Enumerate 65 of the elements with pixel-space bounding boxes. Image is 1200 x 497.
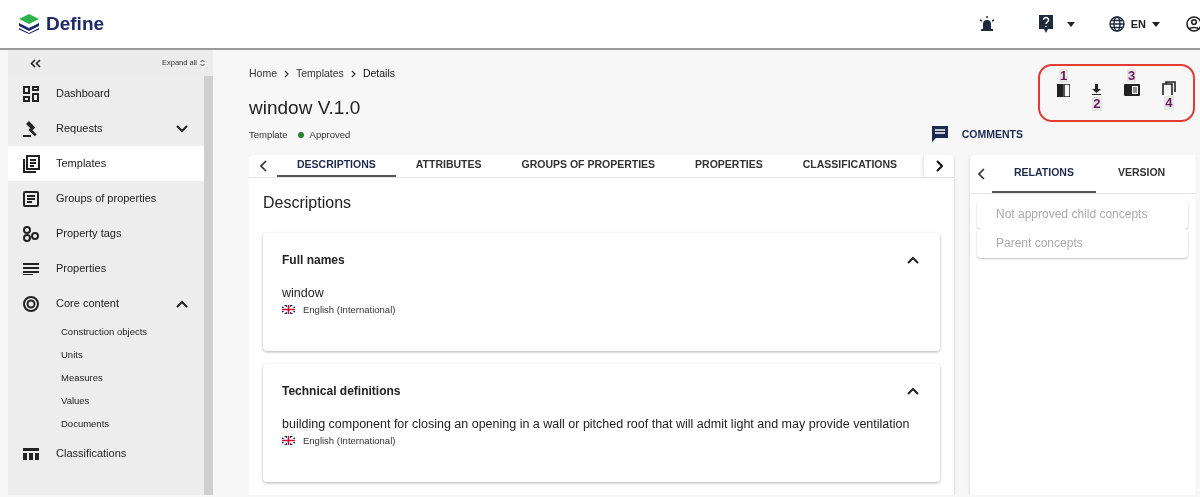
chevron-up-icon [907,386,919,395]
chevron-right-icon [350,69,356,78]
swap-icon[interactable] [1057,84,1071,97]
annotation-number: 1 [1058,69,1069,83]
type-label: Template [249,128,288,143]
language-menu[interactable]: EN [1108,15,1160,33]
status-label: Approved [309,128,351,143]
language-label: English (International) [303,433,396,448]
unfold-icon [200,59,205,67]
help-icon [1038,15,1053,33]
logo-icon [18,14,40,34]
alarm-bell-icon[interactable] [978,16,995,32]
gavel-icon [22,119,40,138]
panel-title: Technical definitions [282,382,401,400]
flag-icon [282,305,295,315]
description-text: building component for closing an opening in a wall or pitched roof that will admit light and may provide ventilation [282,416,911,432]
chevron-right-icon [284,69,289,78]
collapse-toggle[interactable] [907,386,919,395]
chevron-left-icon [977,167,985,180]
tab[interactable]: CLASSIFICATIONS [782,154,918,177]
description-text: window [282,285,325,301]
annotation-number: 3 [1127,69,1137,83]
document-icon [23,190,39,207]
collapse-sidebar-icon[interactable] [30,58,41,68]
caret-icon [1152,21,1160,27]
breadcrumb-link[interactable]: Templates [296,66,344,82]
section-title: Descriptions [263,192,353,213]
comment-icon [931,126,948,143]
panel-icon[interactable] [1123,84,1140,96]
tab[interactable]: DESCRIPTIONS [277,154,396,177]
tab[interactable]: VERSION [1095,154,1188,193]
logo-text: Define [46,11,105,36]
copy-icon[interactable] [1161,81,1176,95]
chevron-left-icon [259,159,267,172]
breadcrumb-link[interactable]: Home [249,66,277,82]
chevron-right-icon [935,159,943,172]
annotation-number: 2 [1092,97,1102,111]
download-icon[interactable] [1092,84,1102,95]
chevron-down-icon [176,124,188,133]
flag-icon [282,436,295,446]
dashboard-icon [23,85,39,102]
documents-icon [22,154,40,173]
chevron-up-icon [907,255,919,264]
account-icon[interactable] [1186,16,1200,32]
collapse-toggle[interactable] [907,255,919,264]
help-menu[interactable] [1038,15,1075,33]
breadcrumb-link[interactable]: Details [362,66,395,82]
annotation-number: 4 [1164,96,1174,110]
circles-icon [23,225,39,242]
chevron-up-icon [176,299,188,308]
sidebar-item[interactable]: Templates [8,146,204,181]
scrollbar[interactable] [204,76,213,495]
globe-icon [1108,16,1125,32]
lines-icon [23,262,39,275]
tab[interactable]: RELATIONS [992,154,1096,193]
page-title: window V.1.0 [249,95,362,120]
caret-icon [1066,21,1075,27]
target-icon [23,295,39,312]
panel-title: Full names [282,251,345,269]
tab[interactable]: ATTRIBUTES [395,154,502,177]
grid-icon [23,447,39,460]
tab[interactable]: PROPERTIES [675,154,783,177]
language-label: English (International) [303,302,396,317]
comments-button[interactable]: COMMENTS [931,126,1023,143]
tab[interactable]: GROUPS OF PROPERTIES [501,154,676,177]
